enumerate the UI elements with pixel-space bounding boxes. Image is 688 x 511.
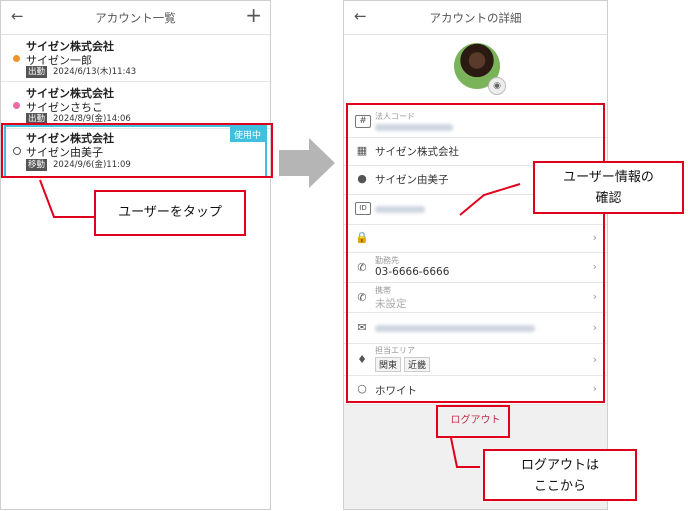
callout-text: 確認 (595, 191, 622, 206)
callout-connector-lines (39, 179, 521, 468)
callout-confirm-info: ユーザー情報の 確認 (533, 161, 684, 214)
callout-text: ここから (533, 479, 586, 494)
callout-logout-here: ログアウトは ここから (483, 449, 637, 501)
callout-tap-user: ユーザーをタップ (94, 190, 246, 236)
callout-text: ユーザーをタップ (118, 205, 222, 220)
callout-text: ユーザー情報の (563, 170, 654, 185)
callout-text: ログアウトは (520, 458, 599, 473)
